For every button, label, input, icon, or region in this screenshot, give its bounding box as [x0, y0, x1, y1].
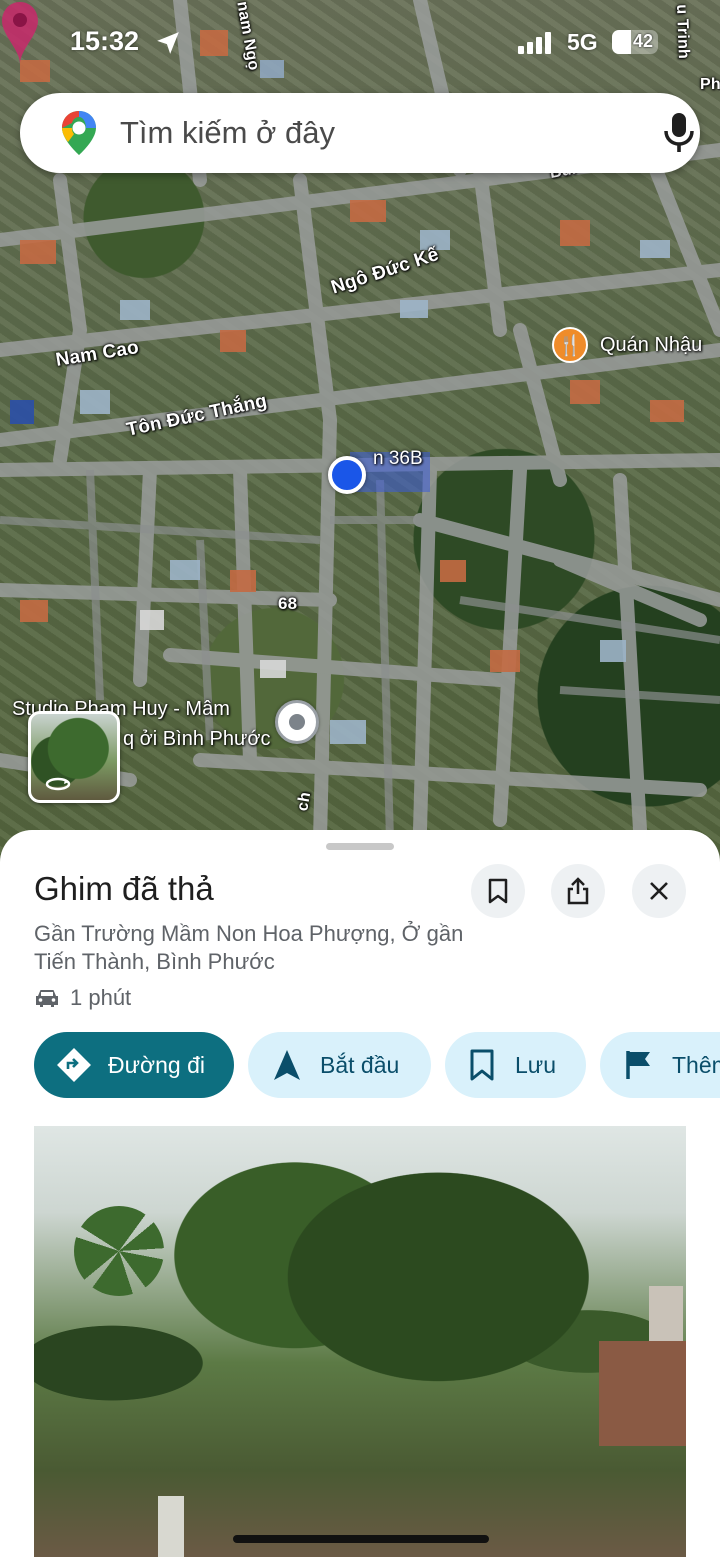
save-place-button[interactable] [471, 864, 525, 918]
photo-post [158, 1496, 184, 1557]
street-view-thumbnail[interactable] [28, 711, 120, 803]
close-icon [650, 882, 668, 900]
poi-marker-icon[interactable] [275, 700, 319, 744]
poi-quan-nhau[interactable]: Quán Nhậu [600, 334, 702, 357]
map-view[interactable]: Ngô Đức Kế Nam Cao Tôn Đức Thắng 68 nam … [0, 0, 720, 870]
more-label: Thêm [672, 1051, 720, 1078]
share-icon [567, 877, 589, 905]
photo-palm-tree [74, 1206, 164, 1296]
network-type: 5G [567, 29, 598, 55]
restaurant-marker-icon[interactable]: 🍴 [552, 327, 588, 363]
status-bar: 15:32 5G 42 [0, 0, 720, 90]
save-label: Lưu [515, 1051, 556, 1078]
road-label-partial-bottom: ch [294, 790, 315, 813]
close-button[interactable] [632, 864, 686, 918]
share-button[interactable] [551, 864, 605, 918]
directions-button[interactable]: Đường đi [34, 1032, 234, 1098]
home-indicator[interactable] [233, 1535, 489, 1543]
bookmark-outline-icon [470, 1049, 494, 1081]
search-bar[interactable]: Tìm kiếm ở đây [20, 93, 700, 173]
google-maps-pin-icon [62, 111, 96, 155]
start-button[interactable]: Bắt đầu [248, 1032, 431, 1098]
bookmark-icon [488, 878, 508, 904]
poi-studio-line2[interactable]: q ởi Bình Phước [123, 728, 270, 751]
more-button[interactable]: Thêm [600, 1032, 720, 1098]
drive-time: 1 phút [70, 985, 132, 1010]
place-photo[interactable] [34, 1126, 686, 1557]
start-label: Bắt đầu [320, 1051, 400, 1078]
sheet-drag-handle[interactable] [326, 843, 394, 850]
flag-icon [626, 1051, 650, 1079]
place-sheet[interactable]: Ghim đã thả Gần Trường Mầm Non Hoa Phượn… [0, 830, 720, 1557]
microphone-icon[interactable] [658, 109, 700, 157]
save-button[interactable]: Lưu [445, 1032, 586, 1098]
cellular-signal-icon [518, 32, 551, 54]
current-location-dot[interactable] [328, 456, 366, 494]
dropped-pin-label: n 36B [373, 448, 423, 469]
car-icon [36, 990, 58, 1007]
place-title: Ghim đã thả [34, 870, 214, 907]
road-label-68: 68 [278, 594, 298, 613]
photo-building [599, 1286, 686, 1446]
battery-icon: 42 [612, 30, 658, 54]
location-arrow-icon [157, 32, 179, 54]
place-address: Gần Trường Mầm Non Hoa Phượng, Ở gần Tiế… [34, 921, 464, 974]
navigation-arrow-icon [274, 1050, 300, 1080]
search-placeholder[interactable]: Tìm kiếm ở đây [120, 115, 335, 151]
battery-level: 42 [632, 31, 653, 51]
rotate-360-icon [45, 777, 71, 791]
drive-time-row: 1 phút [34, 985, 131, 1011]
status-time: 15:32 [70, 26, 140, 56]
directions-label: Đường đi [108, 1051, 205, 1078]
action-chips: Đường đi Bắt đầu Lưu Thêm [34, 1032, 720, 1098]
directions-icon [57, 1048, 91, 1082]
